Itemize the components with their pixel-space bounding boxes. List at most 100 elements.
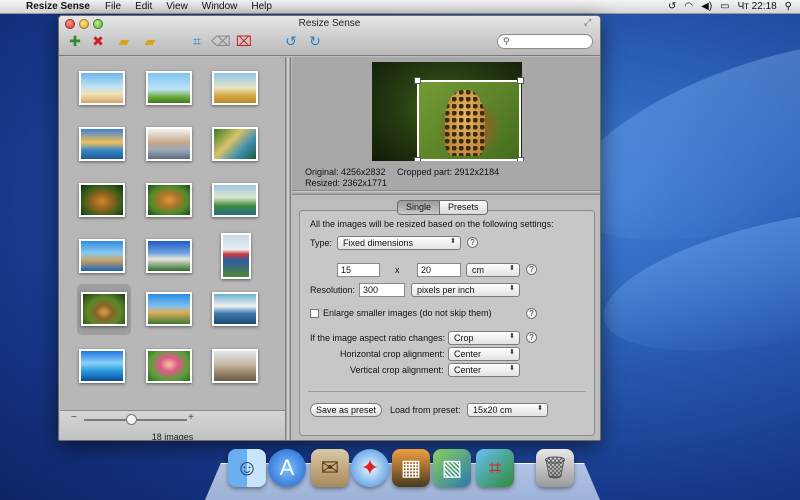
thumbnail[interactable] bbox=[146, 292, 192, 326]
thumbnail[interactable] bbox=[146, 183, 192, 217]
clock[interactable]: Чт 22:18 bbox=[738, 1, 777, 12]
rotate-left-icon[interactable]: ↺ bbox=[281, 31, 301, 51]
thumbnail[interactable] bbox=[79, 239, 125, 273]
save-preset-button[interactable]: Save as preset bbox=[310, 403, 382, 417]
menu-app-name[interactable]: Resize Sense bbox=[22, 1, 98, 12]
zoom-in-icon[interactable]: + bbox=[188, 412, 194, 423]
add-images-icon[interactable]: ✚ bbox=[65, 31, 85, 51]
tab-presets[interactable]: Presets bbox=[440, 201, 487, 214]
type-select[interactable]: Fixed dimensions ⬍ bbox=[337, 236, 461, 250]
thumbnail[interactable] bbox=[146, 71, 192, 105]
thumbnail[interactable] bbox=[212, 127, 258, 161]
menu-help[interactable]: Help bbox=[244, 1, 279, 12]
thumbnail[interactable] bbox=[146, 239, 192, 273]
image-viewer-icon[interactable]: ▧ bbox=[433, 449, 471, 487]
thumbnail[interactable] bbox=[146, 127, 192, 161]
aspect-select[interactable]: Crop ⬍ bbox=[448, 331, 520, 345]
load-preset-select[interactable]: 15x20 cm ⬍ bbox=[467, 403, 548, 417]
thumbnail-grid bbox=[60, 57, 285, 410]
aspect-label: If the image aspect ratio changes: bbox=[310, 333, 446, 343]
search-input[interactable]: ⚲ bbox=[497, 34, 593, 49]
window-title: Resize Sense bbox=[298, 18, 361, 29]
crop-handle[interactable] bbox=[517, 77, 524, 84]
safari-icon[interactable]: ✦ bbox=[351, 449, 389, 487]
vcrop-value: Center bbox=[454, 365, 482, 375]
width-field[interactable]: 15 bbox=[337, 263, 380, 277]
unit-select[interactable]: cm ⬍ bbox=[466, 263, 520, 277]
tab-single[interactable]: Single bbox=[398, 201, 441, 214]
type-help-icon[interactable]: ? bbox=[467, 237, 478, 248]
finder-icon[interactable]: ☺ bbox=[228, 449, 266, 487]
menu-window[interactable]: Window bbox=[195, 1, 245, 12]
unit-value: cm bbox=[472, 265, 484, 275]
thumbnail-selected[interactable] bbox=[81, 292, 127, 326]
resolution-label: Resolution: bbox=[310, 285, 356, 295]
enlarge-help-icon[interactable]: ? bbox=[526, 308, 537, 319]
vcrop-label: Vertical crop alignment: bbox=[350, 365, 444, 375]
settings-panel: Single Presets All the images will be re… bbox=[292, 195, 600, 440]
select-arrows-icon: ⬍ bbox=[537, 405, 543, 412]
hcrop-select[interactable]: Center ⬍ bbox=[448, 347, 520, 361]
settings-intro: All the images will be resized based on … bbox=[310, 219, 554, 229]
preview-panel bbox=[292, 57, 600, 164]
select-arrows-icon: ⬍ bbox=[509, 365, 515, 372]
hcrop-value: Center bbox=[454, 349, 482, 359]
remove-crop-icon[interactable]: ⌧ bbox=[234, 31, 254, 51]
resolution-unit-value: pixels per inch bbox=[417, 285, 475, 295]
enlarge-checkbox[interactable] bbox=[310, 309, 319, 318]
crop-handle[interactable] bbox=[414, 77, 421, 84]
trash-icon[interactable]: 🗑 bbox=[536, 449, 574, 487]
open-folder-icon[interactable]: ▰ bbox=[114, 31, 134, 51]
type-label: Type: bbox=[310, 238, 333, 248]
wifi-icon[interactable]: ◠ bbox=[684, 1, 693, 12]
rotate-right-icon[interactable]: ↻ bbox=[305, 31, 325, 51]
fullscreen-toggle-icon[interactable]: ⤢ bbox=[584, 18, 594, 27]
menu-file[interactable]: File bbox=[98, 1, 128, 12]
dimensions-help-icon[interactable]: ? bbox=[526, 264, 537, 275]
time-machine-icon[interactable]: ↺ bbox=[668, 1, 676, 12]
app-store-icon[interactable]: A bbox=[268, 449, 306, 487]
menu-edit[interactable]: Edit bbox=[128, 1, 159, 12]
settings-tabs: Single Presets bbox=[397, 200, 488, 215]
thumbnail[interactable] bbox=[212, 349, 258, 383]
battery-icon[interactable]: ▭ bbox=[720, 1, 729, 12]
type-value: Fixed dimensions bbox=[343, 238, 414, 248]
image-count: 18 images bbox=[151, 432, 194, 441]
crop-rectangle[interactable] bbox=[414, 77, 524, 164]
menu-view[interactable]: View bbox=[159, 1, 195, 12]
thumbnail[interactable] bbox=[79, 127, 125, 161]
thumbnail[interactable] bbox=[212, 71, 258, 105]
volume-icon[interactable]: ◀) bbox=[701, 1, 712, 12]
thumbnail[interactable] bbox=[79, 183, 125, 217]
thumbnail[interactable] bbox=[79, 349, 125, 383]
settings-group: All the images will be resized based on … bbox=[299, 210, 595, 436]
slider-knob[interactable] bbox=[126, 414, 137, 425]
thumbnail[interactable] bbox=[79, 71, 125, 105]
select-arrows-icon: ⬍ bbox=[450, 238, 456, 245]
vcrop-select[interactable]: Center ⬍ bbox=[448, 363, 520, 377]
zoom-out-icon[interactable]: − bbox=[71, 412, 77, 423]
resize-sense-icon[interactable]: ⌗ bbox=[476, 449, 514, 487]
iphoto-icon[interactable]: ▦ bbox=[392, 449, 430, 487]
search-icon: ⚲ bbox=[503, 36, 510, 46]
clear-crop-icon[interactable]: ⌫ bbox=[211, 31, 231, 51]
spotlight-icon[interactable]: ⚲ bbox=[785, 1, 792, 12]
thumbnail[interactable] bbox=[146, 349, 192, 383]
title-bar: Resize Sense ⤢ ✚ ✖ ▰ ▰ ⌗ ⌫ ⌧ ↺ ↻ ⚲ bbox=[59, 16, 600, 56]
export-folder-icon[interactable]: ▰ bbox=[140, 31, 160, 51]
image-info: Original: 4256x2832 Resized: 2362x1771 C… bbox=[292, 161, 600, 191]
vertical-splitter[interactable] bbox=[285, 57, 291, 440]
cropped-size: Cropped part: 2912x2184 bbox=[397, 167, 500, 177]
thumbnail[interactable] bbox=[212, 183, 258, 217]
enlarge-label[interactable]: Enlarge smaller images (do not skip them… bbox=[323, 308, 492, 318]
remove-images-icon[interactable]: ✖ bbox=[88, 31, 108, 51]
mail-stamp-icon[interactable]: ✉ bbox=[311, 449, 349, 487]
thumbnail[interactable] bbox=[221, 233, 251, 279]
crop-icon[interactable]: ⌗ bbox=[187, 31, 207, 51]
aspect-help-icon[interactable]: ? bbox=[526, 332, 537, 343]
thumbnail[interactable] bbox=[212, 292, 258, 326]
resolution-unit-select[interactable]: pixels per inch ⬍ bbox=[411, 283, 520, 297]
original-size: Original: 4256x2832 bbox=[305, 167, 386, 177]
resolution-field[interactable]: 300 bbox=[359, 283, 405, 297]
height-field[interactable]: 20 bbox=[417, 263, 461, 277]
